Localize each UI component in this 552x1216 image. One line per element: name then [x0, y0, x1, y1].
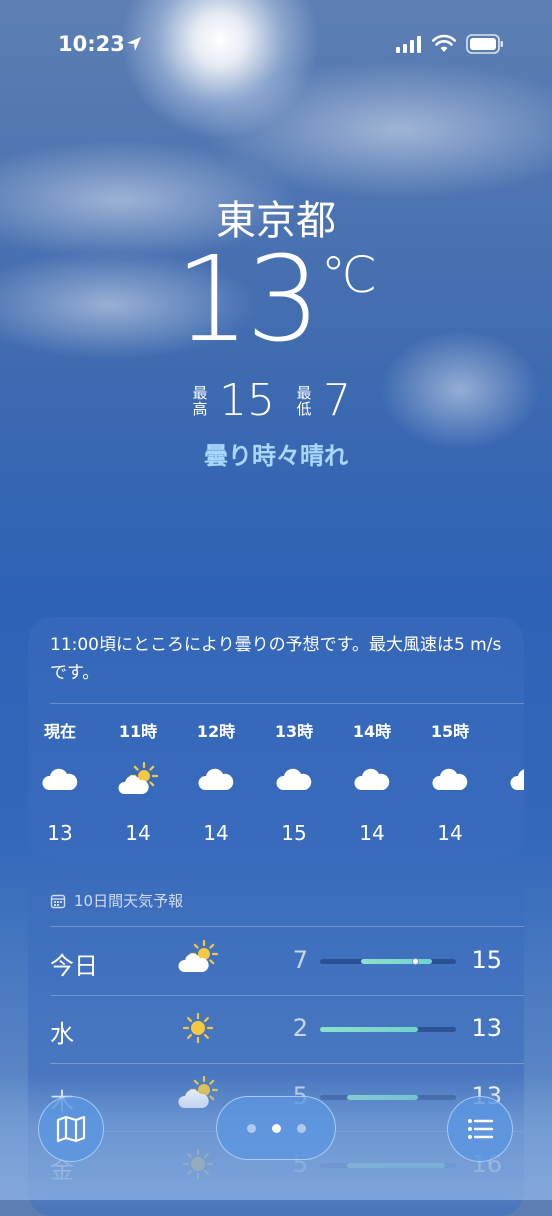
location-list-button[interactable]	[447, 1096, 513, 1162]
hour-label: 現在	[43, 722, 76, 741]
hour-label: 14時	[352, 722, 392, 741]
hour-label: 13時	[274, 722, 314, 741]
day-high: 13	[471, 1014, 502, 1042]
day-low: 2	[292, 1014, 308, 1042]
page-dot[interactable]	[246, 1123, 256, 1133]
high-label: 最高	[192, 383, 208, 418]
hourly-item: 15時 14	[418, 717, 482, 845]
hour-label: 11時	[118, 722, 158, 741]
cloud-icon	[42, 768, 78, 790]
cloud-icon	[432, 768, 468, 790]
partly-sunny-icon	[178, 940, 218, 972]
hourly-item: 現在 13	[28, 717, 92, 845]
current-temperature: 13℃	[0, 240, 552, 358]
hourly-item: 13時 15	[262, 717, 326, 845]
hourly-scroll[interactable]: 現在 13 11時 14 12時 14 13時 15 14時 14 15時 14 1	[28, 717, 524, 857]
hourly-forecast-card[interactable]: 11:00頃にところにより曇りの予想です。最大風速は5 m/sです。 現在 13 1…	[28, 617, 524, 860]
hour-temp: 14	[125, 821, 151, 845]
page-indicator[interactable]	[216, 1096, 336, 1160]
calendar-icon	[50, 894, 66, 908]
high-temperature: 15	[219, 375, 275, 426]
cloud-icon	[198, 768, 234, 790]
cloud-icon	[276, 768, 312, 790]
day-low: 7	[292, 946, 308, 974]
location-arrow-icon	[127, 37, 141, 51]
temperature-range-bar	[320, 1027, 456, 1032]
divider	[50, 703, 524, 704]
hour-temp: 15	[281, 821, 307, 845]
cloud-icon	[510, 769, 524, 790]
wifi-icon	[432, 34, 456, 52]
forecast-header: 10日間天気予報	[50, 890, 183, 911]
temperature-value: 13	[174, 230, 321, 368]
hour-temp: 14	[359, 821, 385, 845]
forecast-header-label: 10日間天気予報	[74, 892, 184, 910]
low-label: 最低	[296, 383, 312, 418]
low-temperature: 7	[323, 375, 351, 426]
day-high: 15	[471, 946, 502, 974]
status-time: 10:23	[58, 32, 125, 56]
page-dot-active[interactable]	[271, 1123, 281, 1133]
forecast-day-row[interactable]: 水 2 13	[28, 996, 524, 1064]
divider	[50, 926, 524, 927]
hour-label: 15時	[430, 722, 470, 741]
day-name: 水	[50, 1020, 74, 1048]
hour-label: 1	[496, 717, 524, 747]
hourly-summary: 11:00頃にところにより曇りの予想です。最大風速は5 m/sです。	[50, 635, 502, 683]
day-name: 今日	[50, 952, 98, 980]
hour-temp: 14	[437, 821, 463, 845]
partly-sunny-icon	[118, 762, 158, 794]
hourly-item: 14時 14	[340, 717, 404, 845]
hour-temp: 13	[47, 821, 73, 845]
hour-temp: 14	[203, 821, 229, 845]
forecast-day-row[interactable]: 今日 7 15	[28, 928, 524, 996]
page-dot[interactable]	[296, 1123, 306, 1133]
status-bar: 10:23	[0, 0, 552, 90]
hour-label: 12時	[196, 722, 236, 741]
hourly-item: 1	[496, 717, 524, 821]
list-icon	[468, 1119, 494, 1139]
cellular-signal-icon	[396, 36, 421, 53]
weather-condition: 曇り時々晴れ	[204, 442, 348, 470]
sun-icon	[182, 1012, 214, 1044]
temperature-unit: ℃	[321, 246, 378, 304]
temperature-range-bar	[320, 958, 456, 965]
cloud-icon	[354, 768, 390, 790]
temperature-range-fill	[360, 959, 432, 964]
hourly-item: 12時 14	[184, 717, 248, 845]
map-icon	[56, 1115, 86, 1143]
battery-icon	[466, 34, 503, 54]
temperature-range-fill	[320, 1027, 418, 1032]
high-low-temperatures: 最高 15 最低 7	[0, 375, 552, 426]
hourly-item: 11時 14	[106, 717, 170, 845]
map-button[interactable]	[38, 1096, 104, 1162]
